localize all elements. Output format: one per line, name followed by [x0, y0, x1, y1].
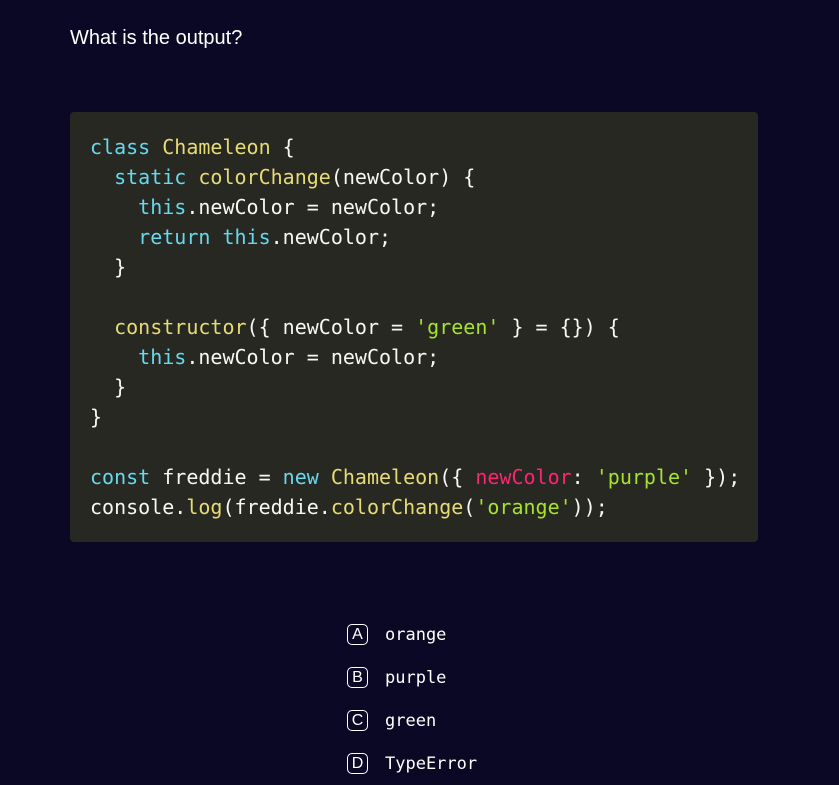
code-line: } [90, 252, 738, 282]
option-a[interactable]: A orange [347, 622, 477, 647]
code-token: .newColor; [270, 225, 392, 249]
option-text: orange [385, 624, 447, 645]
code-token: } [90, 375, 127, 399]
code-token: freddie = [150, 465, 283, 489]
option-text: TypeError [385, 753, 478, 774]
code-line: constructor({ newColor = 'green' } = {})… [90, 312, 738, 342]
code-token: (freddie. [222, 495, 331, 519]
code-line: this.newColor = newColor; [90, 342, 738, 372]
code-line: static colorChange(newColor) { [90, 162, 738, 192]
option-letter-badge: D [347, 753, 368, 774]
code-token: constructor [114, 315, 247, 339]
option-letter-badge: B [347, 667, 368, 688]
code-token: { [270, 135, 295, 159]
code-line: } [90, 372, 738, 402]
code-token: 'green' [415, 315, 500, 339]
code-token: this [138, 195, 187, 219]
code-listing: class Chameleon { static colorChange(new… [90, 132, 741, 522]
code-token: newColor [475, 465, 572, 489]
code-token: ( [463, 495, 476, 519]
code-token: } [90, 405, 103, 429]
code-token: const [90, 465, 151, 489]
code-token: 'orange' [475, 495, 572, 519]
question-title: What is the output? [70, 27, 243, 49]
option-letter-badge: A [347, 624, 368, 645]
code-line: const freddie = new Chameleon({ newColor… [90, 462, 741, 492]
code-line: class Chameleon { [90, 132, 738, 162]
option-text: green [385, 710, 437, 731]
code-token: log [186, 495, 223, 519]
code-token: } = {}) { [499, 315, 620, 339]
code-token: colorChange [330, 495, 464, 519]
code-token: 'purple' [595, 465, 693, 489]
code-token: (newColor) { [330, 165, 476, 189]
option-b[interactable]: B purple [347, 665, 477, 690]
code-token: ({ [439, 465, 476, 489]
code-token: class [90, 135, 151, 159]
code-token: return [138, 225, 211, 249]
code-block: class Chameleon { static colorChange(new… [70, 112, 758, 542]
code-line: console.log(freddie.colorChange('orange'… [90, 492, 738, 522]
code-token: colorChange [198, 165, 331, 189]
code-token: this [138, 345, 187, 369]
code-token: Chameleon [330, 465, 440, 489]
answer-options: A orange B purple C green D TypeError [347, 622, 477, 785]
code-token: ({ newColor = [246, 315, 416, 339]
code-token: }); [692, 465, 741, 489]
option-c[interactable]: C green [347, 708, 477, 733]
code-token: : [571, 465, 596, 489]
code-token: .newColor = newColor; [186, 345, 440, 369]
option-d[interactable]: D TypeError [347, 751, 477, 776]
code-token: this [222, 225, 271, 249]
code-token: .newColor = newColor; [186, 195, 440, 219]
code-token: } [90, 255, 127, 279]
code-line: return this.newColor; [90, 222, 738, 252]
code-token: console. [90, 495, 187, 519]
option-letter-badge: C [347, 710, 368, 731]
code-token: Chameleon [162, 135, 271, 159]
code-line: } [90, 402, 738, 432]
code-token: )); [571, 495, 608, 519]
code-token: static [114, 165, 187, 189]
option-text: purple [385, 667, 447, 688]
code-line: this.newColor = newColor; [90, 192, 738, 222]
code-token: new [282, 465, 319, 489]
